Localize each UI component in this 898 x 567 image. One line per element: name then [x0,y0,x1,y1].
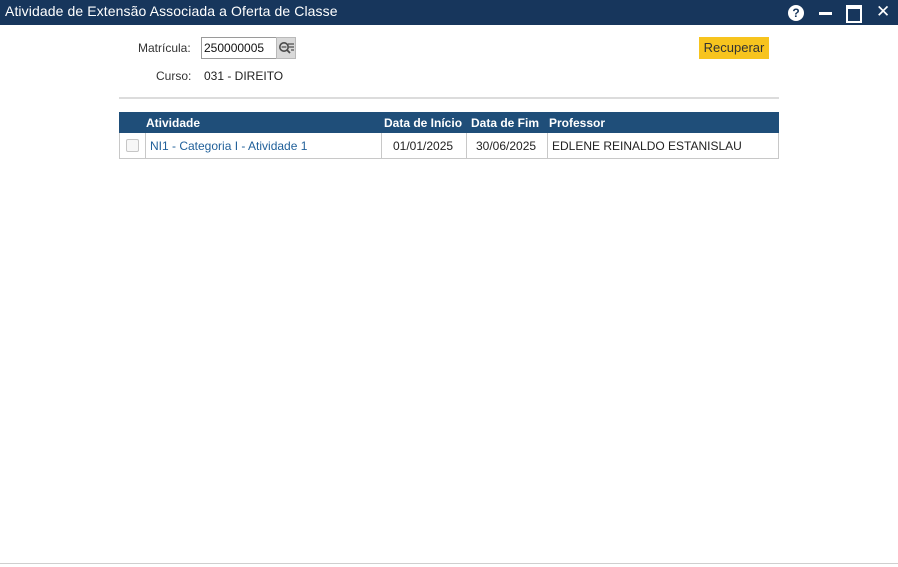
data-fim-value: 30/06/2025 [476,139,537,153]
help-button[interactable]: ? [786,3,806,23]
table-row[interactable]: NI1 - Categoria I - Atividade 1 01/01/20… [119,133,779,159]
close-icon: ✕ [876,2,891,21]
minimize-button[interactable] [815,3,835,23]
matricula-lookup-button[interactable] [276,37,296,59]
curso-label: Curso: [156,69,192,83]
window-title: Atividade de Extensão Associada a Oferta… [5,3,338,19]
minimize-icon [819,12,832,15]
row-checkbox[interactable] [126,139,139,152]
cell-professor: EDLENE REINALDO ESTANISLAU [548,133,778,158]
curso-value: 031 - DIREITO [204,69,284,83]
maximize-icon [846,5,862,23]
close-button[interactable]: ✕ [873,2,893,23]
professor-value: EDLENE REINALDO ESTANISLAU [552,139,742,153]
row-select-cell [120,133,146,158]
atividade-link[interactable]: NI1 - Categoria I - Atividade 1 [150,139,307,153]
matricula-input[interactable] [201,37,277,59]
data-inicio-value: 01/01/2025 [393,139,454,153]
recuperar-button[interactable]: Recuperar [699,37,769,59]
table-header: Atividade Data de Início Data de Fim Pro… [119,112,779,133]
matricula-label: Matrícula: [138,41,191,55]
cell-data-inicio: 01/01/2025 [382,133,467,158]
header-professor[interactable]: Professor [549,116,605,130]
header-atividade[interactable]: Atividade [146,116,200,130]
header-data-inicio[interactable]: Data de Início [384,116,462,130]
cell-data-fim: 30/06/2025 [467,133,548,158]
cell-atividade: NI1 - Categoria I - Atividade 1 [146,133,382,158]
maximize-button[interactable] [844,3,864,23]
search-list-icon [279,42,294,54]
help-icon: ? [788,5,804,21]
divider [119,97,779,99]
header-data-fim[interactable]: Data de Fim [471,116,539,130]
atividades-table: Atividade Data de Início Data de Fim Pro… [119,112,779,159]
title-bar: Atividade de Extensão Associada a Oferta… [0,0,898,25]
bottom-border [0,563,898,564]
